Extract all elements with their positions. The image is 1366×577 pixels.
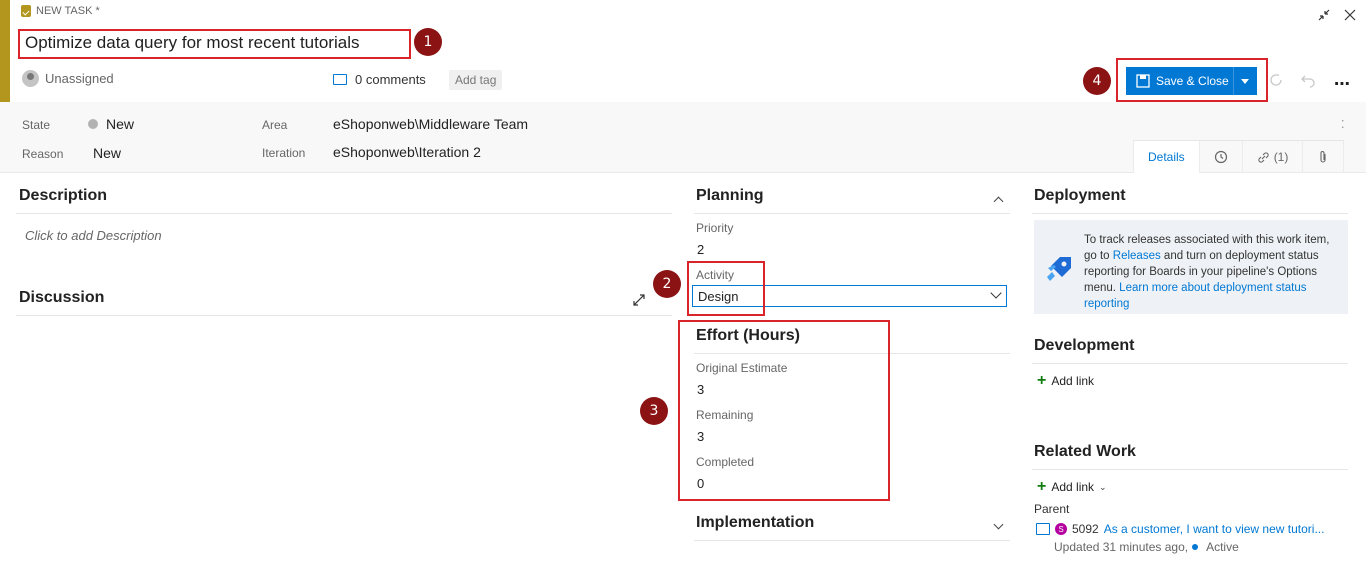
chevron-down-icon: [990, 287, 1002, 299]
divider: [1032, 363, 1348, 364]
work-item-type-label: NEW TASK *: [36, 5, 100, 17]
deployment-info-card: To track releases associated with this w…: [1034, 220, 1348, 314]
field-options-icon[interactable]: ⁚: [1341, 118, 1345, 131]
more-actions-icon[interactable]: ⋯: [1334, 74, 1351, 94]
avatar: S: [1055, 523, 1067, 535]
divider: [1032, 469, 1348, 470]
avatar: [22, 70, 39, 87]
releases-link[interactable]: Releases: [1113, 250, 1161, 262]
description-title: Description: [19, 187, 108, 204]
add-tag-button[interactable]: Add tag: [449, 70, 503, 90]
attachment-icon: [1320, 151, 1326, 163]
parent-status: Updated 31 minutes ago, Active: [1054, 540, 1239, 554]
close-icon[interactable]: [1342, 7, 1358, 23]
add-link-label: Add link: [1051, 480, 1095, 494]
chevron-up-icon[interactable]: [993, 196, 1004, 207]
parent-state: Active: [1206, 540, 1239, 554]
collapse-icon[interactable]: [1316, 7, 1332, 23]
history-icon: [1214, 150, 1227, 164]
save-close-main[interactable]: Save & Close: [1126, 74, 1233, 88]
deployment-text: To track releases associated with this w…: [1084, 232, 1338, 312]
add-link-label: Add link: [1051, 374, 1095, 388]
annotation-box-3: [678, 320, 890, 501]
assignee-label: Unassigned: [45, 71, 114, 86]
task-icon: [21, 5, 31, 17]
iteration-picker[interactable]: eShoponweb\Iteration 2: [333, 144, 481, 160]
deployment-title: Deployment: [1034, 187, 1126, 204]
chevron-down-icon: ⌄: [1099, 481, 1107, 492]
parent-item[interactable]: S 5092 As a customer, I want to view new…: [1036, 522, 1324, 536]
parent-updated: Updated 31 minutes ago,: [1054, 540, 1189, 554]
plus-icon: +: [1037, 372, 1047, 389]
discussion-title: Discussion: [19, 289, 105, 306]
status-dot-icon: [1192, 544, 1199, 550]
tab-bar: Details (1): [1133, 140, 1345, 173]
expand-icon[interactable]: [632, 293, 646, 310]
area-label: Area: [262, 118, 288, 132]
tab-links[interactable]: (1): [1243, 141, 1304, 173]
annotation-box-2: [687, 261, 765, 316]
annotation-badge-2: 2: [653, 270, 681, 298]
parent-title-link[interactable]: As a customer, I want to view new tutori…: [1104, 522, 1325, 536]
state-value: New: [106, 116, 135, 132]
development-title: Development: [1034, 337, 1135, 354]
annotation-box-1: [18, 29, 411, 59]
state-dot-icon: [88, 119, 98, 129]
work-item-type-bar: [0, 0, 10, 102]
save-close-label: Save & Close: [1156, 74, 1229, 88]
link-icon: [1258, 151, 1269, 163]
annotation-badge-1: 1: [414, 28, 442, 56]
implementation-title: Implementation: [696, 514, 815, 531]
development-add-link[interactable]: + Add link: [1037, 372, 1094, 390]
divider: [694, 540, 1010, 541]
book-icon: [1036, 523, 1050, 535]
annotation-badge-3: 3: [640, 397, 668, 425]
parent-label: Parent: [1034, 502, 1070, 516]
priority-field[interactable]: 2: [697, 242, 704, 257]
reason-picker[interactable]: New: [93, 145, 121, 161]
refresh-icon[interactable]: [1268, 72, 1284, 91]
annotation-badge-4: 4: [1083, 67, 1111, 95]
divider: [1032, 213, 1348, 214]
state-picker[interactable]: New: [88, 116, 134, 132]
area-picker[interactable]: eShoponweb\Middleware Team: [333, 116, 528, 132]
planning-title: Planning: [696, 187, 764, 204]
reason-label: Reason: [22, 147, 64, 161]
save-icon: [1136, 74, 1150, 88]
priority-label: Priority: [696, 221, 734, 235]
undo-icon[interactable]: [1300, 72, 1316, 91]
comments-count: 0 comments: [355, 72, 426, 87]
links-count: (1): [1273, 150, 1289, 164]
state-label: State: [22, 118, 51, 132]
plus-icon: +: [1037, 478, 1047, 495]
caret-down-icon: [1241, 78, 1250, 84]
comment-icon: [333, 74, 347, 85]
comments-link[interactable]: 0 comments: [333, 72, 426, 87]
rocket-icon: [1047, 257, 1071, 281]
divider: [16, 213, 672, 214]
tab-attachments[interactable]: [1303, 141, 1345, 173]
divider: [16, 315, 672, 316]
related-add-link[interactable]: + Add link ⌄: [1037, 478, 1107, 496]
tab-details[interactable]: Details: [1133, 141, 1200, 173]
related-work-title: Related Work: [1034, 443, 1136, 460]
save-close-button[interactable]: Save & Close: [1126, 67, 1257, 95]
save-options-dropdown[interactable]: [1232, 67, 1257, 95]
tab-history[interactable]: [1200, 141, 1243, 173]
work-item-type: NEW TASK *: [21, 5, 100, 17]
assignee-picker[interactable]: Unassigned: [22, 70, 114, 87]
description-editor[interactable]: Click to add Description: [25, 228, 162, 243]
iteration-label: Iteration: [262, 146, 306, 160]
divider: [694, 213, 1010, 214]
parent-id: 5092: [1072, 522, 1099, 536]
chevron-down-icon[interactable]: [993, 519, 1004, 530]
